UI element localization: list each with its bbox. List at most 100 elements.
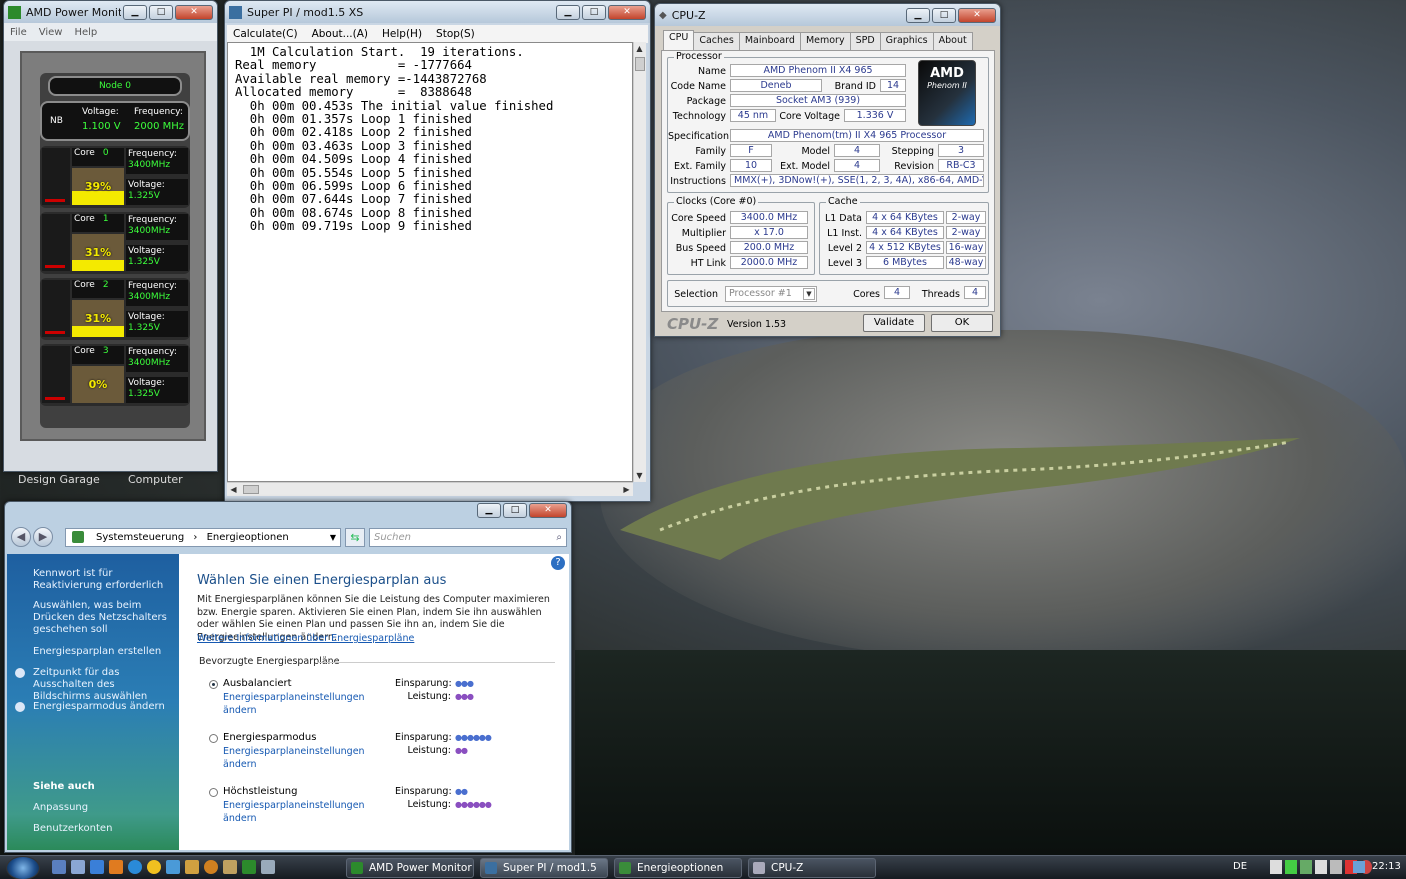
horizontal-scrollbar[interactable]: ◀ ▶ <box>227 482 633 496</box>
tab-memory[interactable]: Memory <box>799 32 851 51</box>
tab-about[interactable]: About <box>932 32 973 51</box>
menu-help[interactable]: Help <box>74 27 97 38</box>
menu-about[interactable]: About...(A) <box>312 28 368 40</box>
titlebar[interactable]: AMD Power Monitor ▁ □ ✕ <box>4 1 217 23</box>
taskbar-button-energieoptionen[interactable]: Energieoptionen <box>614 858 742 878</box>
plan-name[interactable]: Höchstleistung <box>223 786 297 797</box>
plan-name[interactable]: Ausbalanciert <box>223 678 292 689</box>
sidebar-link-power-button[interactable]: Auswählen, was beim Drücken des Netzscha… <box>33 600 175 636</box>
help-icon[interactable]: ? <box>551 556 565 570</box>
maximize-button[interactable]: □ <box>503 503 527 518</box>
tray-icon[interactable] <box>1300 860 1312 874</box>
more-info-link[interactable]: Weitere Informationen über Energiesparpl… <box>197 633 414 644</box>
start-button[interactable] <box>6 856 40 879</box>
internet-explorer-icon[interactable] <box>90 860 104 874</box>
core-gauge <box>42 346 70 403</box>
menu-stop[interactable]: Stop(S) <box>436 28 475 40</box>
chevron-down-icon[interactable]: ▼ <box>330 529 336 546</box>
minimize-button[interactable]: ▁ <box>906 7 930 23</box>
minimize-button[interactable]: ▁ <box>123 4 147 20</box>
search-icon[interactable]: ⌕ <box>556 529 562 546</box>
core-index: 3 <box>102 346 109 356</box>
show-desktop-icon[interactable] <box>52 860 66 874</box>
language-indicator[interactable]: DE <box>1233 861 1247 872</box>
scroll-thumb[interactable] <box>635 57 645 71</box>
ok-button[interactable]: OK <box>931 314 993 332</box>
menu-file[interactable]: File <box>10 27 27 38</box>
close-button[interactable]: ✕ <box>529 503 567 518</box>
sidebar-link-create-plan[interactable]: Energiesparplan erstellen <box>33 646 175 658</box>
plan-radio[interactable] <box>209 680 218 689</box>
tool-icon[interactable] <box>223 860 237 874</box>
plan-settings-link[interactable]: Energiesparplaneinstellungen ändern <box>223 746 365 771</box>
forward-icon[interactable]: ▶ <box>33 527 53 547</box>
tab-mainboard[interactable]: Mainboard <box>738 32 801 51</box>
core-label: Core 0 <box>72 148 124 166</box>
plan-radio[interactable] <box>209 788 218 797</box>
titlebar[interactable]: Super PI / mod1.5 XS ▁ □ ✕ <box>225 1 650 23</box>
breadcrumb-item[interactable]: Energieoptionen <box>207 532 289 543</box>
menu-calculate[interactable]: Calculate(C) <box>233 28 298 40</box>
sidebar-link-display-off[interactable]: Zeitpunkt für das Ausschalten des Bildsc… <box>33 667 175 703</box>
cpuz-icon[interactable] <box>261 860 275 874</box>
scroll-up-icon[interactable]: ▲ <box>634 43 645 54</box>
taskbar-button-superpi[interactable]: Super PI / mod1.5 XS <box>480 858 608 878</box>
scroll-down-icon[interactable]: ▼ <box>634 470 645 481</box>
phone-icon[interactable] <box>1270 860 1282 874</box>
sidebar-link-sleep[interactable]: Energiesparmodus ändern <box>33 701 175 713</box>
validate-button[interactable]: Validate <box>863 314 925 332</box>
vertical-scrollbar[interactable]: ▲ ▼ <box>633 42 646 482</box>
processor-select[interactable]: Processor #1 ▼ <box>725 286 817 302</box>
back-icon[interactable]: ◀ <box>11 527 31 547</box>
tab-caches[interactable]: Caches <box>693 32 740 51</box>
close-button[interactable]: ✕ <box>958 7 996 23</box>
info-icon[interactable] <box>204 860 218 874</box>
taskbar-button-amd-power-monitor[interactable]: AMD Power Monitor <box>346 858 474 878</box>
maximize-button[interactable]: □ <box>932 7 956 23</box>
see-also-benutzerkonten[interactable]: Benutzerkonten <box>33 823 112 834</box>
minimize-button[interactable]: ▁ <box>477 503 501 518</box>
search-input[interactable]: Suchen ⌕ <box>369 528 567 547</box>
breadcrumb-item[interactable]: Systemsteuerung <box>96 532 184 543</box>
browser-icon[interactable] <box>128 860 142 874</box>
menu-view[interactable]: View <box>39 27 63 38</box>
switch-windows-icon[interactable] <box>71 860 85 874</box>
skype-icon[interactable] <box>166 860 180 874</box>
breadcrumb[interactable]: Systemsteuerung › Energieoptionen ▼ <box>65 528 341 547</box>
scroll-left-icon[interactable]: ◀ <box>228 484 239 495</box>
amd-icon[interactable] <box>242 860 256 874</box>
superpi-icon <box>485 862 497 874</box>
display-icon[interactable] <box>1315 860 1327 874</box>
plan-name[interactable]: Energiesparmodus <box>223 732 316 743</box>
sidebar-link-password[interactable]: Kennwort ist für Reaktivierung erforderl… <box>33 568 175 592</box>
tool-icon[interactable] <box>185 860 199 874</box>
tab-cpu[interactable]: CPU <box>663 30 695 51</box>
tab-graphics[interactable]: Graphics <box>879 32 934 51</box>
chevron-down-icon[interactable]: ▼ <box>803 288 815 300</box>
core-usage-text: 31% <box>84 312 112 325</box>
refresh-icon[interactable]: ⇆ <box>345 528 365 547</box>
minimize-button[interactable]: ▁ <box>556 4 580 20</box>
plan-settings-link[interactable]: Energiesparplaneinstellungen ändern <box>223 692 365 717</box>
maximize-button[interactable]: □ <box>149 4 173 20</box>
scroll-right-icon[interactable]: ▶ <box>621 484 632 495</box>
close-button[interactable]: ✕ <box>608 4 646 20</box>
close-button[interactable]: ✕ <box>175 4 213 20</box>
menu-help[interactable]: Help(H) <box>382 28 422 40</box>
vlc-icon[interactable] <box>109 860 123 874</box>
messenger-icon[interactable] <box>147 860 161 874</box>
titlebar[interactable]: ◆ CPU-Z ▁ □ ✕ <box>655 4 1000 26</box>
scroll-thumb[interactable] <box>243 485 259 494</box>
taskbar-button-cpuz[interactable]: CPU-Z <box>748 858 876 878</box>
plan-radio[interactable] <box>209 734 218 743</box>
volume-icon[interactable] <box>1353 861 1365 873</box>
tray-icon[interactable] <box>1330 860 1342 874</box>
tab-spd[interactable]: SPD <box>849 32 881 51</box>
plan-settings-link[interactable]: Energiesparplaneinstellungen ändern <box>223 800 365 825</box>
clock[interactable]: 22:13 <box>1372 861 1401 872</box>
maximize-button[interactable]: □ <box>582 4 606 20</box>
node-label: Node 0 <box>48 76 182 96</box>
core-usage-meter: 39% <box>72 168 124 205</box>
see-also-anpassung[interactable]: Anpassung <box>33 802 88 813</box>
network-icon[interactable] <box>1285 860 1297 874</box>
